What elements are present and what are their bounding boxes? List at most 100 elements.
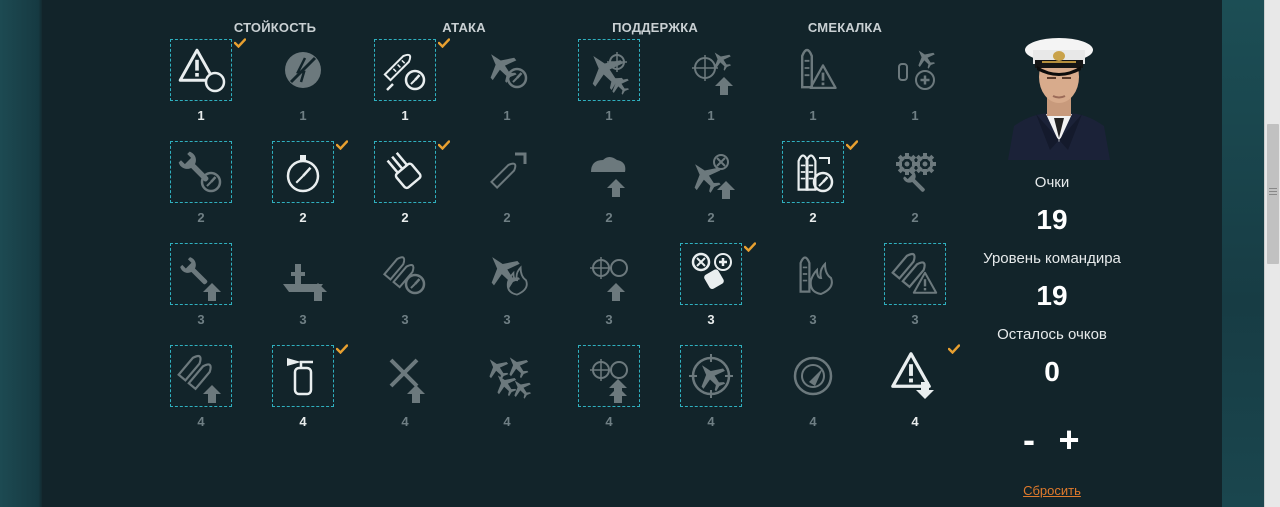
learned-check-icon [438, 140, 450, 150]
shells-timer-icon [382, 256, 426, 295]
skill-tier4-5[interactable]: 4 [558, 344, 660, 446]
skill-cost: 2 [299, 210, 307, 225]
scrollbar[interactable] [1264, 0, 1280, 507]
skill-tier1-4[interactable]: 1 [456, 38, 558, 140]
bomb-plane-repair-icon [898, 50, 935, 90]
skill-icon-box[interactable] [170, 345, 232, 407]
skill-icon-box[interactable] [170, 243, 232, 305]
plane-fire-icon [491, 257, 528, 296]
skill-icon-box[interactable] [680, 243, 742, 305]
skill-tier3-5[interactable]: 3 [558, 242, 660, 344]
skill-tier1-8[interactable]: 1 [864, 38, 966, 140]
skill-icon-box[interactable] [272, 141, 334, 203]
skill-tier4-1[interactable]: 4 [150, 344, 252, 446]
skill-icon-box[interactable] [170, 39, 232, 101]
skill-cost: 2 [503, 210, 511, 225]
skill-icon-box[interactable] [578, 141, 640, 203]
column-header-attack: АТАКА [442, 20, 486, 35]
skill-tier2-5[interactable]: 2 [558, 140, 660, 242]
targets-double-upgrade-icon [590, 359, 628, 403]
skill-icon-box[interactable] [374, 39, 436, 101]
skill-icon-box[interactable] [374, 243, 436, 305]
skill-cost: 2 [707, 210, 715, 225]
plane-no-upgrade-icon [694, 154, 735, 199]
skill-tier2-6[interactable]: 2 [660, 140, 762, 242]
skill-icon-box[interactable] [476, 345, 538, 407]
skill-icon-box[interactable] [272, 39, 334, 101]
skill-icon-box[interactable] [884, 39, 946, 101]
ship-upgrade-icon [283, 264, 327, 301]
skill-tier3-3[interactable]: 3 [354, 242, 456, 344]
torpedo-timer-icon [383, 53, 426, 91]
skill-cost: 1 [299, 108, 307, 123]
skill-icon-box[interactable] [272, 345, 334, 407]
skill-tier4-7[interactable]: 4 [762, 344, 864, 446]
skill-tier4-3[interactable]: 4 [354, 344, 456, 446]
skill-icon-box[interactable] [680, 345, 742, 407]
skill-tier1-7[interactable]: 1 [762, 38, 864, 140]
skill-icon-box[interactable] [578, 243, 640, 305]
scrollbar-thumb[interactable] [1267, 124, 1279, 264]
skill-tier3-7[interactable]: 3 [762, 242, 864, 344]
decrease-level-button[interactable]: - [1009, 420, 1049, 460]
skill-tier2-1[interactable]: 2 [150, 140, 252, 242]
radar-icon [793, 356, 833, 396]
skill-icon-box[interactable] [476, 141, 538, 203]
skill-icon-box[interactable] [782, 345, 844, 407]
skill-tier4-2[interactable]: 4 [252, 344, 354, 446]
skill-icon-box[interactable] [782, 141, 844, 203]
skill-icon-box[interactable] [884, 243, 946, 305]
skill-tier3-2[interactable]: 3 [252, 242, 354, 344]
smoke-upgrade-icon [591, 157, 626, 197]
skill-tier1-3[interactable]: 1 [354, 38, 456, 140]
skill-icon-box[interactable] [578, 345, 640, 407]
skill-icon-box[interactable] [476, 39, 538, 101]
skill-tier1-6[interactable]: 1 [660, 38, 762, 140]
skill-tier4-6[interactable]: 4 [660, 344, 762, 446]
torpedo-warning-icon [800, 48, 837, 90]
skill-cost: 3 [809, 312, 817, 327]
crossed-tools-upgrade-icon [389, 358, 425, 403]
points-value: 19 [1036, 204, 1068, 235]
skill-cost: 2 [911, 210, 919, 225]
skill-icon-box[interactable] [374, 141, 436, 203]
skill-icon-box[interactable] [272, 243, 334, 305]
wrench-upgrade-icon [180, 257, 221, 301]
skill-tier3-6[interactable]: 3 [660, 242, 762, 344]
increase-level-button[interactable]: + [1049, 420, 1089, 460]
shell-upgrade-icon [490, 152, 527, 189]
skill-tier3-1[interactable]: 3 [150, 242, 252, 344]
skill-icon-box[interactable] [884, 141, 946, 203]
learned-check-icon [846, 140, 858, 150]
skill-tier3-4[interactable]: 3 [456, 242, 558, 344]
skill-icon-box[interactable] [170, 141, 232, 203]
skill-tier2-4[interactable]: 2 [456, 140, 558, 242]
skill-tier1-1[interactable]: 1 [150, 38, 252, 140]
skill-tier4-4[interactable]: 4 [456, 344, 558, 446]
skill-cost: 4 [503, 414, 511, 429]
skill-icon-box[interactable] [374, 345, 436, 407]
skill-tier1-5[interactable]: 1 [558, 38, 660, 140]
skill-icon-box[interactable] [578, 39, 640, 101]
skill-icon-box[interactable] [476, 243, 538, 305]
learned-check-icon [948, 344, 960, 354]
skill-tier4-8[interactable]: 4 [864, 344, 966, 446]
skill-icon-box[interactable] [680, 141, 742, 203]
skill-tier2-8[interactable]: 2 [864, 140, 966, 242]
skill-cost: 1 [605, 108, 613, 123]
reset-link[interactable]: Сбросить [960, 483, 1144, 498]
skill-icon-box[interactable] [884, 345, 946, 407]
skill-tier2-2[interactable]: 2 [252, 140, 354, 242]
skills-grid: 1 1 1 1 1 1 1 1 2 2 2 2 2 2 2 2 3 3 3 3 … [150, 38, 966, 438]
skill-tier1-2[interactable]: 1 [252, 38, 354, 140]
skill-tier2-7[interactable]: 2 [762, 140, 864, 242]
skill-tier2-3[interactable]: 2 [354, 140, 456, 242]
skill-icon-box[interactable] [782, 243, 844, 305]
skill-cost: 3 [197, 312, 205, 327]
skill-icon-box[interactable] [782, 39, 844, 101]
skill-cost: 1 [197, 108, 205, 123]
skill-tier3-8[interactable]: 3 [864, 242, 966, 344]
skill-icon-box[interactable] [680, 39, 742, 101]
gears-wrench-icon [896, 153, 936, 192]
column-header-versatility: СМЕКАЛКА [807, 20, 883, 35]
